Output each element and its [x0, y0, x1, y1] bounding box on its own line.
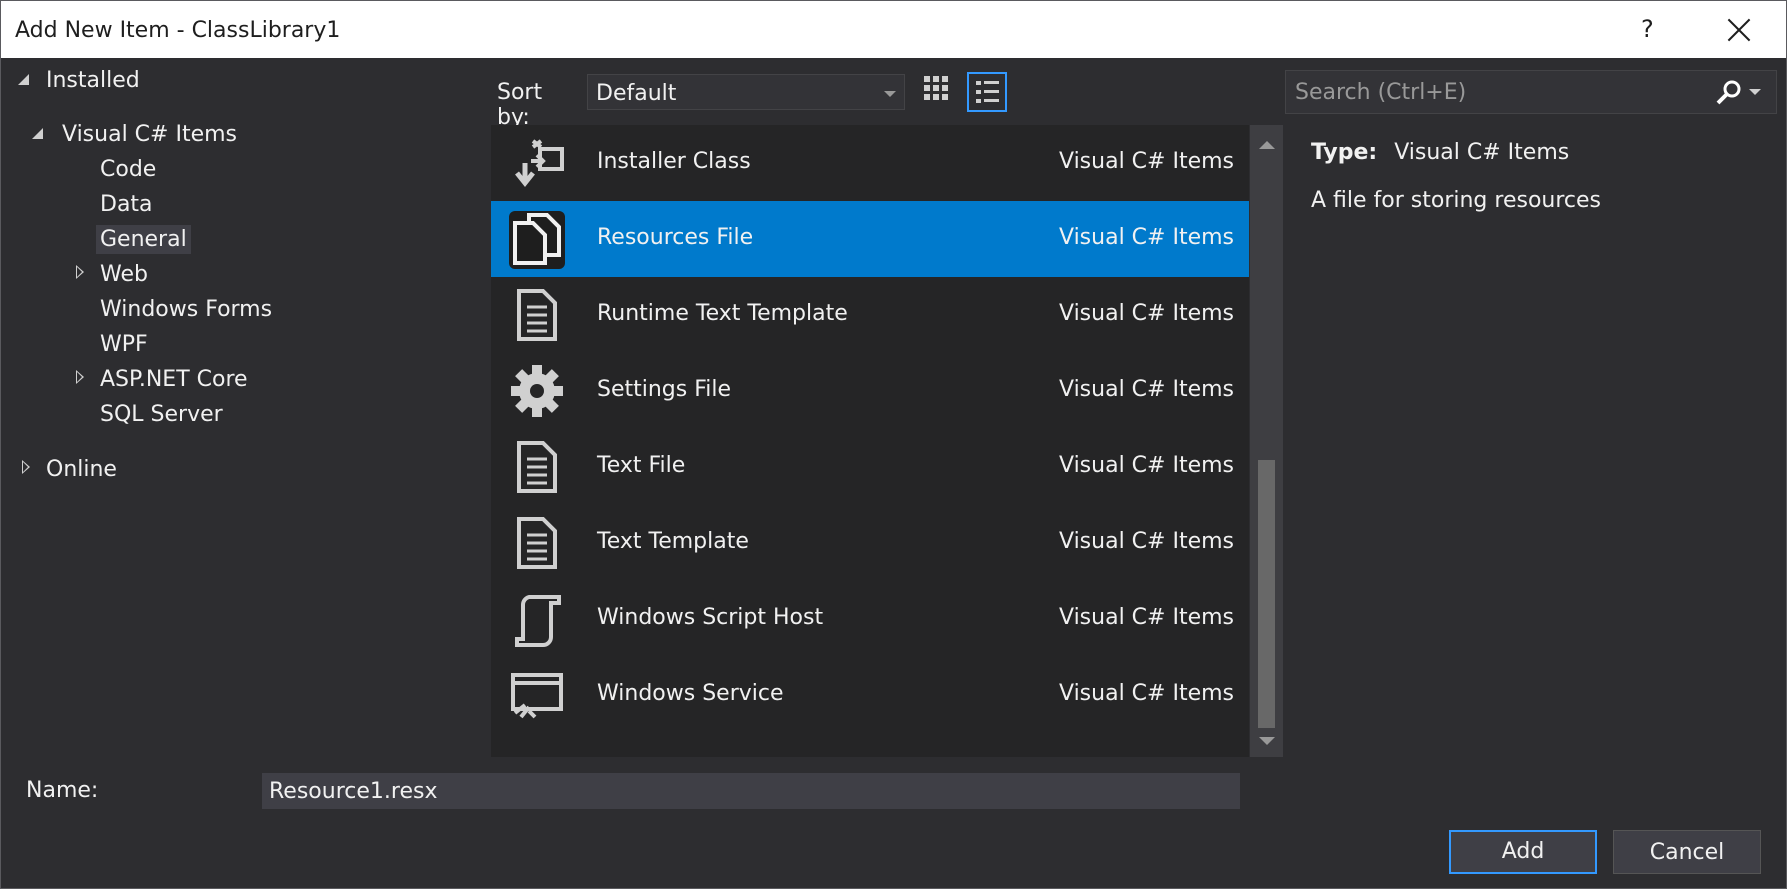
tree-node-code[interactable]: Code: [100, 157, 156, 182]
name-label: Name:: [26, 778, 99, 803]
collapse-arrow-icon[interactable]: [76, 370, 84, 384]
scroll-thumb[interactable]: [1258, 460, 1275, 728]
item-category: Visual C# Items: [1059, 605, 1235, 630]
expand-arrow-icon[interactable]: [32, 128, 43, 139]
tree-node-data[interactable]: Data: [100, 192, 153, 217]
list-item-runtime-text-template[interactable]: Runtime Text Template Visual C# Items: [491, 277, 1249, 353]
name-input[interactable]: [262, 773, 1240, 809]
tree-node-sql-server[interactable]: SQL Server: [100, 402, 223, 427]
cancel-button[interactable]: Cancel: [1613, 830, 1761, 874]
item-name: Runtime Text Template: [597, 301, 848, 326]
item-category: Visual C# Items: [1059, 453, 1235, 478]
sort-value: Default: [596, 81, 677, 106]
tree-node-windows-forms[interactable]: Windows Forms: [100, 297, 272, 322]
expand-arrow-icon[interactable]: [18, 74, 29, 85]
item-category: Visual C# Items: [1059, 377, 1235, 402]
gear-icon: [511, 365, 563, 417]
item-name: Windows Service: [597, 681, 784, 706]
grid-view-button[interactable]: [922, 74, 958, 110]
item-category: Visual C# Items: [1059, 529, 1235, 554]
item-category: Visual C# Items: [1059, 149, 1235, 174]
title-bar: Add New Item - ClassLibrary1 ?: [1, 1, 1786, 58]
text-file-icon: [517, 441, 557, 493]
list-item-text-file[interactable]: Text File Visual C# Items: [491, 429, 1249, 505]
item-category: Visual C# Items: [1059, 225, 1235, 250]
installer-icon: [515, 139, 564, 188]
window-title: Add New Item - ClassLibrary1: [15, 18, 341, 43]
tree-node-general[interactable]: General: [96, 225, 191, 254]
item-category: Visual C# Items: [1059, 681, 1235, 706]
item-name: Installer Class: [597, 149, 751, 174]
scroll-down-icon[interactable]: [1259, 737, 1275, 745]
collapse-arrow-icon[interactable]: [76, 265, 84, 279]
list-item-text-template[interactable]: Text Template Visual C# Items: [491, 505, 1249, 581]
search-options-chevron-icon[interactable]: [1749, 89, 1761, 95]
tree-node-installed[interactable]: Installed: [46, 68, 140, 93]
service-icon: [511, 673, 563, 719]
tree-node-online[interactable]: Online: [46, 457, 117, 482]
text-template-icon: [517, 517, 557, 569]
chevron-down-icon: [884, 91, 896, 97]
list-item-settings-file[interactable]: Settings File Visual C# Items: [491, 353, 1249, 429]
resources-file-icon: [509, 211, 565, 269]
search-icon[interactable]: [1715, 79, 1743, 107]
tree-node-wpf[interactable]: WPF: [100, 332, 148, 357]
sort-dropdown[interactable]: Default: [587, 74, 905, 110]
details-pane: Type: Visual C# Items A file for storing…: [1311, 140, 1601, 213]
add-button[interactable]: Add: [1449, 830, 1597, 874]
scroll-up-icon[interactable]: [1259, 141, 1275, 149]
list-item-windows-service[interactable]: Windows Service Visual C# Items: [491, 657, 1249, 733]
type-value: Visual C# Items: [1394, 140, 1570, 165]
type-label: Type:: [1311, 140, 1378, 165]
sort-label: Sort by:: [497, 80, 543, 130]
list-item-windows-script-host[interactable]: Windows Script Host Visual C# Items: [491, 581, 1249, 657]
item-name: Windows Script Host: [597, 605, 824, 630]
close-button[interactable]: [1717, 11, 1761, 51]
item-category: Visual C# Items: [1059, 301, 1235, 326]
script-icon: [515, 595, 561, 647]
list-item-resources-file[interactable]: Resources File Visual C# Items: [491, 201, 1249, 277]
item-list-scrollbar[interactable]: [1250, 125, 1283, 757]
item-name: Text File: [597, 453, 686, 478]
tree-node-aspnet-core[interactable]: ASP.NET Core: [100, 367, 248, 392]
tree-node-web[interactable]: Web: [100, 262, 148, 287]
item-name: Settings File: [597, 377, 732, 402]
text-template-icon: [517, 289, 557, 341]
item-list: Installer Class Visual C# Items Resource…: [491, 125, 1249, 757]
search-box[interactable]: Search (Ctrl+E): [1285, 70, 1777, 114]
search-input[interactable]: Search (Ctrl+E): [1295, 80, 1466, 105]
list-item-installer-class[interactable]: Installer Class Visual C# Items: [491, 125, 1249, 201]
item-description: A file for storing resources: [1311, 188, 1602, 213]
item-name: Resources File: [597, 225, 754, 250]
item-name: Text Template: [597, 529, 749, 554]
collapse-arrow-icon[interactable]: [22, 460, 30, 474]
list-view-button[interactable]: [967, 72, 1007, 112]
help-button[interactable]: ?: [1641, 15, 1654, 43]
tree-node-visual-csharp[interactable]: Visual C# Items: [62, 122, 237, 147]
